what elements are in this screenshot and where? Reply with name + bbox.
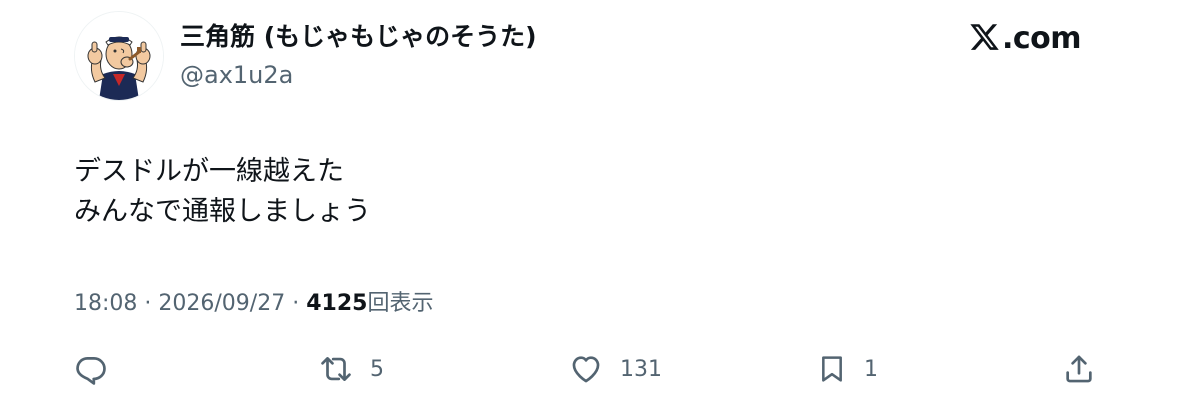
popeye-avatar-icon (75, 12, 163, 100)
retweet-icon (321, 357, 351, 381)
retweet-button[interactable]: 5 (318, 350, 384, 388)
like-button[interactable]: 131 (568, 350, 662, 388)
bookmark-button[interactable]: 1 (816, 350, 878, 388)
bookmark-icon (822, 356, 842, 382)
tweet-text-line: デスドルが一線越えた (74, 156, 344, 187)
heart-icon (572, 356, 600, 383)
tweet-text: デスドルが一線越えた みんなで通報しましょう (74, 152, 371, 232)
bookmark-count: 1 (864, 356, 878, 382)
views-label: 回表示 (367, 291, 434, 316)
views-count: 4125 (306, 291, 368, 316)
tweet-date[interactable]: 2026/09/27 (158, 291, 285, 316)
x-logo-text: .com (1002, 20, 1082, 56)
tweet-metadata: 18:08 · 2026/09/27 · 4125回表示 (74, 288, 433, 320)
author-display-name[interactable]: 三角筋 (もじゃもじゃのそうた) (180, 22, 537, 52)
reply-button[interactable] (74, 350, 108, 388)
tweet-card: 三角筋 (もじゃもじゃのそうた) @ax1u2a .com デスドルが一線越えた… (0, 0, 1200, 408)
share-icon (1066, 355, 1092, 383)
author-handle[interactable]: @ax1u2a (180, 60, 293, 90)
like-count: 131 (620, 356, 662, 382)
x-logo-icon (970, 24, 999, 50)
avatar[interactable] (74, 11, 164, 101)
meta-separator: · (144, 291, 152, 316)
tweet-text-line: みんなで通報しましょう (74, 196, 371, 227)
share-button[interactable] (1062, 350, 1096, 388)
x-logo: .com (970, 20, 1082, 56)
retweet-count: 5 (370, 356, 384, 382)
meta-separator: · (292, 291, 300, 316)
tweet-time[interactable]: 18:08 (74, 291, 137, 316)
reply-icon (76, 357, 106, 385)
